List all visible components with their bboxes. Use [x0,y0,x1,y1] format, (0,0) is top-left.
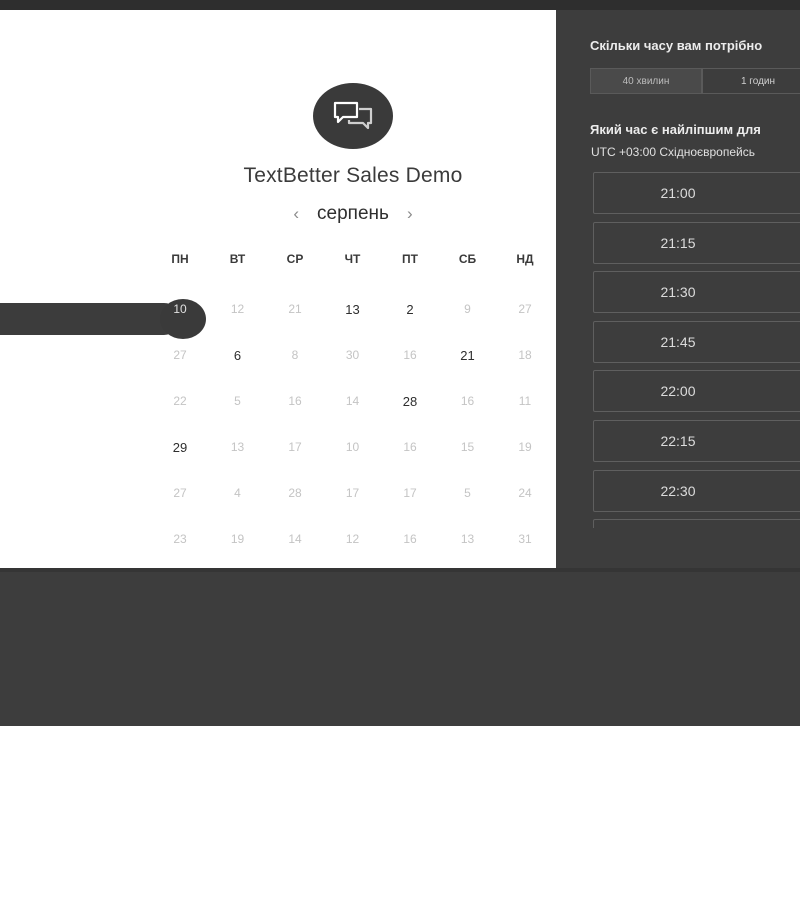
calendar-day-selected[interactable]: 10 [152,302,208,316]
time-slot-list[interactable]: 21:00 21:15 21:30 21:45 22:00 22:15 22:30 [593,172,800,528]
calendar-day[interactable]: 17 [325,486,381,500]
time-slot-button[interactable]: 21:15 [593,221,800,264]
calendar-day[interactable]: 4 [210,486,266,500]
calendar-panel: TextBetter Sales Demo ‹ серпень › ПН ВТ СР… [0,10,556,568]
calendar-day[interactable]: 13 [210,440,266,454]
calendar-day[interactable]: 17 [267,440,323,454]
calendar-day[interactable]: 12 [210,302,266,316]
calendar-day[interactable]: 19 [497,440,553,454]
calendar-day[interactable]: 9 [440,302,496,316]
calendar-day[interactable]: 27 [152,486,208,500]
time-slot-button[interactable]: 22:15 [593,420,800,462]
calendar-day[interactable]: 2 [382,302,438,317]
top-strip [0,0,800,10]
calendar-day[interactable]: 18 [497,348,553,362]
time-slot-button[interactable] [593,519,800,528]
calendar-day[interactable]: 10 [325,440,381,454]
booking-panel: Скільки часу вам потрібно 40 хвилин 1 го… [556,10,800,568]
calendar-day[interactable]: 28 [267,486,323,500]
timezone-label[interactable]: UTC +03:00 Східноєвропейсь [591,145,755,159]
time-slot-button[interactable]: 22:30 [593,469,800,512]
calendar-day[interactable]: 15 [440,440,496,454]
calendar-day[interactable]: 27 [497,302,553,316]
calendar-day[interactable]: 31 [497,532,553,546]
calendar-day[interactable]: 11 [497,394,553,408]
bottom-divider [0,568,800,572]
calendar-day[interactable]: 5 [210,394,266,408]
time-slot-button[interactable]: 22:00 [593,370,800,413]
calendar-day[interactable]: 12 [325,532,381,546]
calendar-day[interactable]: 23 [152,532,208,546]
calendar-day[interactable]: 16 [267,394,323,408]
calendar-day[interactable]: 22 [152,394,208,408]
calendar-day[interactable]: 27 [152,348,208,362]
calendar-day[interactable]: 14 [267,532,323,546]
time-slot-button[interactable]: 21:00 [593,172,800,214]
calendar-day[interactable]: 29 [152,440,208,455]
calendar-day[interactable]: 16 [382,348,438,362]
calendar-grid: 10 12 21 13 2 9 27 27 6 8 30 16 21 18 22 5 16 14 28 16 11 29 1… [0,10,556,568]
time-slot-button[interactable]: 21:45 [593,320,800,363]
calendar-day[interactable]: 14 [325,394,381,408]
calendar-day[interactable]: 21 [267,302,323,316]
duration-option-1hour[interactable]: 1 годин [702,68,800,94]
calendar-day[interactable]: 5 [440,486,496,500]
calendar-day[interactable]: 24 [497,486,553,500]
time-slot-button[interactable]: 21:30 [593,271,800,314]
duration-option-40min[interactable]: 40 хвилин [590,68,702,94]
calendar-day[interactable]: 28 [382,394,438,409]
calendar-day[interactable]: 8 [267,348,323,362]
duration-selector: 40 хвилин 1 годин [590,68,800,94]
time-question: Який час є найліпшим для [590,122,761,137]
duration-question: Скільки часу вам потрібно [590,38,763,53]
calendar-day[interactable]: 30 [325,348,381,362]
calendar-day[interactable]: 21 [440,348,496,363]
calendar-day[interactable]: 16 [382,532,438,546]
calendar-day[interactable]: 17 [382,486,438,500]
calendar-day[interactable]: 19 [210,532,266,546]
calendar-day[interactable]: 13 [440,532,496,546]
calendar-day[interactable]: 13 [325,302,381,317]
calendar-day[interactable]: 16 [382,440,438,454]
calendar-day[interactable]: 16 [440,394,496,408]
calendar-day[interactable]: 6 [210,348,266,363]
